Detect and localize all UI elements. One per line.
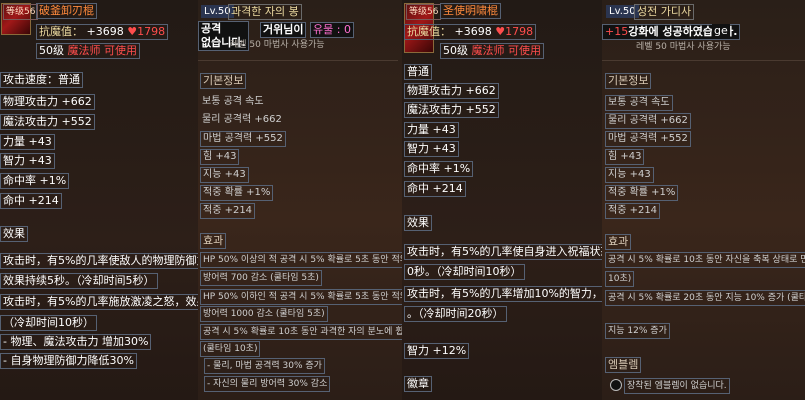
stat-line: 命中 +214 [404,181,466,197]
effect-header: 효과 [200,233,227,249]
item-name: 성전 가디사 [634,4,695,20]
effect-line: 攻击时，有5%的几率使自身进入祝福状态，效果持续1 [404,244,602,260]
stat-line: 마법 공격력 +552 [605,131,691,147]
stat-line: 魔法攻击力 +552 [404,102,499,118]
effect-line: 攻击时，有5%的几率施放激凌之怒，效果持续10秒。 [0,294,198,310]
empty-emblem-slot-icon [610,379,622,391]
effect-line: 공격 시 5% 확률로 20초 동안 지능 10% 증가 (쿨타임 20초) [605,290,805,306]
stat-line: 적중 +214 [605,203,661,219]
stat-line: 보통 공격 속도 [202,96,264,107]
tooltip-panel-kr-1: Lv.50 과격한 자의 봉 공격 없습니다. 거위님이 유물 : 0 레벨 5… [198,0,402,400]
stat-line: 물리 공격력 +662 [202,114,282,125]
tooltip-panel-cn-1: 等级56 破釜卸刃棍 抗魔值： +3698 ♥1798 50级 魔法师 可使用 … [0,0,198,400]
stat-line: 적중 +214 [200,203,256,219]
effect-line: - 自身物理防御力降低30% [0,353,137,369]
effect-line: 방어력 1000 감소 (쿨타임 5초) [200,306,328,322]
req-class: 魔法师 可使用 [67,44,138,57]
tooltip-name: 거위님이 [260,22,307,38]
effect-line: 攻击时，有5%的几率增加10%的智力，效果持续20秒 [404,286,602,302]
item-name: 破釜卸刃棍 [36,3,97,19]
effect-line: - 物理、魔法攻击力 增加30% [0,334,152,350]
item-level-label: 等级56 [406,4,442,20]
emblem-header: 徽章 [404,376,432,392]
resist-stat-heart: ♥1798 [127,25,166,38]
effect-line: 攻击时，有5%的几率使敌人的物理防御力减少500点， [0,253,198,269]
stat-line: 적중 확률 +1% [200,185,274,201]
req-level: 50级 [39,44,64,57]
stat-line: 智力 +43 [404,141,459,157]
stat-line: 命中 +214 [0,193,62,209]
stat-line: 智力 +43 [0,153,55,169]
divider [198,60,398,61]
stat-line: 命中率 +1% [0,173,70,189]
effect-line: (쿨타임 10초) [200,341,261,357]
resist-stat-plus: +3698 [86,25,124,38]
stat-line: 物理攻击力 +662 [404,83,499,99]
bonus-stat: 지능 12% 증가 [605,323,670,339]
item-name: 과격한 자의 봉 [228,4,302,20]
bonus-stat: 智力 +12% [404,343,470,359]
effect-header: 效果 [0,226,28,242]
stat-line: 物理攻击力 +662 [0,94,95,110]
stat-line: 힘 +43 [605,149,645,165]
resist-stat-plus: +3698 [454,25,492,38]
stat-line: 攻击速度：普通 [0,72,83,88]
effect-line: 0秒。（冷却时间10秒） [404,264,525,280]
basic-info-header: 기본정보 [200,73,247,89]
stat-line: 命中率 +1% [404,161,474,177]
resist-stat-heart: ♥1798 [495,25,534,38]
effect-line: 效果持续5秒。（冷却时间5秒） [0,273,158,289]
item-name: 圣使明啸棍 [440,3,501,19]
requirement: 50级 魔法师 可使用 [36,43,140,59]
effect-line: 공격 시 5% 확률로 10초 동안 자신을 축복 상태로 만듦 (쿨타임 [605,252,805,268]
emblem-empty-text: 장착된 엠블렘이 없습니다. [624,378,730,394]
stat-line: 普通 [404,64,432,80]
emblem-header: 엠블렘 [605,357,642,373]
effect-header: 효과 [605,234,632,250]
item-level-label: 等级56 [3,4,39,20]
req-level: 50级 [443,44,468,57]
tooltip-panel-kr-2: Lv.50 성전 가디사 +15강화에 성공하였습니다. ge 레벨 50 마법… [602,0,805,400]
resist-stat: 抗魔值： +3698 ♥1798 [36,24,169,40]
tooltip-relic: 유물 : 0 [310,22,354,38]
stat-line: 마법 공격력 +552 [200,131,286,147]
effect-line: - 물리, 마법 공격력 30% 증가 [204,358,325,374]
tooltip-panel-cn-2: 等级56 圣使明啸棍 抗魔值： +3698 ♥1798 50级 魔法师 可使用 … [402,0,602,400]
resist-stat: 抗魔值： +3698 ♥1798 [404,24,537,40]
stat-line: 지능 +43 [200,167,249,183]
effect-line: 10초) [605,271,635,287]
resist-stat-label: 抗魔值： [39,25,83,38]
effect-line: HP 50% 이하인 적 공격 시 5% 확률로 5초 동안 적의 물리 [200,289,402,305]
effect-line: 공격 시 5% 확률로 10초 동안 과격한 자의 분노에 휩싸입니다. [200,324,402,340]
resist-stat-label: 抗魔值： [407,25,451,38]
basic-info-header: 기본정보 [605,73,652,89]
effect-line: （冷却时间10秒） [0,315,97,331]
requirement: 레벨 50 마법사 사용가능 [230,40,325,50]
effect-header: 效果 [404,215,432,231]
stat-line: 지능 +43 [605,167,654,183]
requirement: 레벨 50 마법사 사용가능 [636,42,731,52]
stat-line: 힘 +43 [200,149,240,165]
stat-line: 적중 확률 +1% [605,185,679,201]
req-class: 魔法师 可使用 [471,44,542,57]
effect-line: HP 50% 이상의 적 공격 시 5% 확률로 5초 동안 적의 물리 [200,252,402,268]
enhance-prefix: +15 [605,25,629,38]
effect-line: - 자신의 물리 방어력 30% 감소 [204,376,331,392]
stat-line: 魔法攻击力 +552 [0,114,95,130]
stat-line: 물리 공격력 +662 [605,113,691,129]
requirement: 50级 魔法师 可使用 [440,43,544,59]
tooltip-attack-a: 공격 [201,22,222,35]
stat-line: 보통 공격 속도 [605,95,673,111]
stat-line: 力量 +43 [404,122,459,138]
tooltip-fragment: ge [712,24,730,38]
effect-line: 방어력 700 감소 (쿨타임 5초) [200,270,322,286]
divider [602,60,805,61]
stat-line: 力量 +43 [0,134,55,150]
effect-line: 。（冷却时间20秒） [404,306,507,322]
